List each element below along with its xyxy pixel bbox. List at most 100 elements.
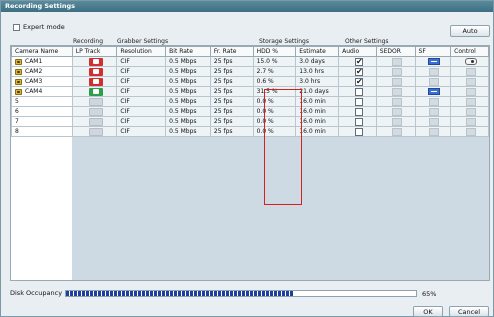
lp-track-cell[interactable] [71,86,118,97]
lp-track-toggle-icon[interactable] [89,97,104,106]
sedor-cell[interactable] [375,86,416,97]
sedor-toggle[interactable] [392,87,403,96]
sedor-toggle[interactable] [392,77,403,86]
camera-name-cell[interactable]: CAM1 [11,56,73,67]
control-cell[interactable] [450,76,489,87]
lp-track-toggle-icon[interactable] [89,77,104,86]
camera-name-cell[interactable]: 6 [11,106,73,117]
lp-track-toggle-icon[interactable] [89,87,104,96]
sf-toggle[interactable] [429,77,440,86]
lp-track-cell[interactable] [71,66,118,77]
control-toggle[interactable] [466,77,477,86]
audio-checkbox[interactable] [354,97,363,106]
table-row[interactable]: 6 CIF 0.5 Mbps 25 fps 0.0 % 16.0 min [11,106,489,117]
sedor-toggle[interactable] [392,67,403,76]
lp-track-toggle-icon[interactable] [89,107,104,116]
table-row[interactable]: CAM1 CIF 0.5 Mbps 25 fps 15.0 % 3.0 days [11,56,489,67]
sedor-toggle[interactable] [392,97,403,106]
audio-cell[interactable] [338,56,377,67]
table-row[interactable]: 8 CIF 0.5 Mbps 25 fps 0.0 % 16.0 min [11,126,489,137]
camera-name-cell[interactable]: 7 [11,116,73,127]
audio-checkbox[interactable] [354,87,363,96]
lp-track-toggle-icon[interactable] [89,127,104,136]
sedor-cell[interactable] [375,56,416,67]
table-row[interactable]: 5 CIF 0.5 Mbps 25 fps 0.0 % 16.0 min [11,96,489,107]
camera-name-cell[interactable]: CAM4 [11,86,73,97]
expert-mode-checkbox[interactable]: Expert mode [13,23,65,32]
sedor-cell[interactable] [375,66,416,77]
header-estimate[interactable]: Estimate [295,46,340,57]
lp-track-cell[interactable] [71,106,118,117]
control-cell[interactable] [450,116,489,127]
control-toggle[interactable] [466,87,477,96]
control-cell[interactable] [450,96,489,107]
table-row[interactable]: 7 CIF 0.5 Mbps 25 fps 0.0 % 16.0 min [11,116,489,127]
sedor-toggle[interactable] [392,107,403,116]
table-row[interactable]: CAM4 CIF 0.5 Mbps 25 fps 31.5 % 21.0 days [11,86,489,97]
audio-checkbox[interactable] [354,117,363,126]
sedor-toggle[interactable] [392,127,403,136]
sf-toggle[interactable] [429,97,440,106]
cancel-button[interactable]: Cancel [449,306,489,317]
header-audio[interactable]: Audio [338,46,377,57]
control-cell[interactable] [450,106,489,117]
header-sf[interactable]: SF [414,46,452,57]
sf-cell[interactable] [414,56,452,67]
sedor-cell[interactable] [375,126,416,137]
sf-cell[interactable] [414,116,452,127]
audio-cell[interactable] [338,76,377,87]
control-cell[interactable] [450,86,489,97]
audio-cell[interactable] [338,66,377,77]
audio-cell[interactable] [338,106,377,117]
header-sedor[interactable]: SEDOR [375,46,416,57]
lp-track-toggle-icon[interactable] [89,117,104,126]
audio-cell[interactable] [338,96,377,107]
control-toggle[interactable] [466,117,477,126]
header-hdd-percent[interactable]: HDD % [252,46,297,57]
auto-button[interactable]: Auto [450,25,490,37]
audio-cell[interactable] [338,126,377,137]
sf-cell[interactable] [414,66,452,77]
sedor-cell[interactable] [375,106,416,117]
sf-cell[interactable] [414,86,452,97]
control-toggle[interactable] [466,97,477,106]
camera-name-cell[interactable]: CAM2 [11,66,73,77]
sedor-cell[interactable] [375,116,416,127]
sf-toggle[interactable] [429,117,440,126]
camera-name-cell[interactable]: CAM3 [11,76,73,87]
lp-track-cell[interactable] [71,96,118,107]
sf-cell[interactable] [414,106,452,117]
sf-toggle[interactable] [429,107,440,116]
audio-cell[interactable] [338,86,377,97]
lp-track-toggle-icon[interactable] [89,57,104,66]
camera-name-cell[interactable]: 8 [11,126,73,137]
sedor-cell[interactable] [375,76,416,87]
sedor-toggle[interactable] [392,57,403,66]
lp-track-cell[interactable] [71,126,118,137]
audio-checkbox[interactable] [354,127,363,136]
sedor-toggle[interactable] [392,117,403,126]
header-camera-name[interactable]: Camera Name [11,46,73,57]
audio-checkbox[interactable] [354,77,363,86]
table-row[interactable]: CAM3 CIF 0.5 Mbps 25 fps 0.6 % 3.0 hrs [11,76,489,87]
control-cell[interactable] [450,56,489,67]
control-cell[interactable] [450,66,489,77]
ok-button[interactable]: OK [413,306,443,317]
control-toggle[interactable] [466,127,477,136]
camera-name-cell[interactable]: 5 [11,96,73,107]
header-resolution[interactable]: Resolution [116,46,167,57]
control-cell[interactable] [450,126,489,137]
audio-cell[interactable] [338,116,377,127]
header-control[interactable]: Control [450,46,489,57]
ptz-control-icon[interactable] [465,58,478,65]
table-row[interactable]: CAM2 CIF 0.5 Mbps 25 fps 2.7 % 13.0 hrs [11,66,489,77]
sf-cell[interactable] [414,126,452,137]
sf-toggle[interactable] [429,127,440,136]
header-lp-track[interactable]: LP Track [71,46,118,57]
expert-mode-box[interactable] [13,24,20,31]
sedor-cell[interactable] [375,96,416,107]
sf-toggle[interactable] [429,67,440,76]
audio-checkbox[interactable] [354,107,363,116]
lp-track-cell[interactable] [71,116,118,127]
sf-cell[interactable] [414,96,452,107]
